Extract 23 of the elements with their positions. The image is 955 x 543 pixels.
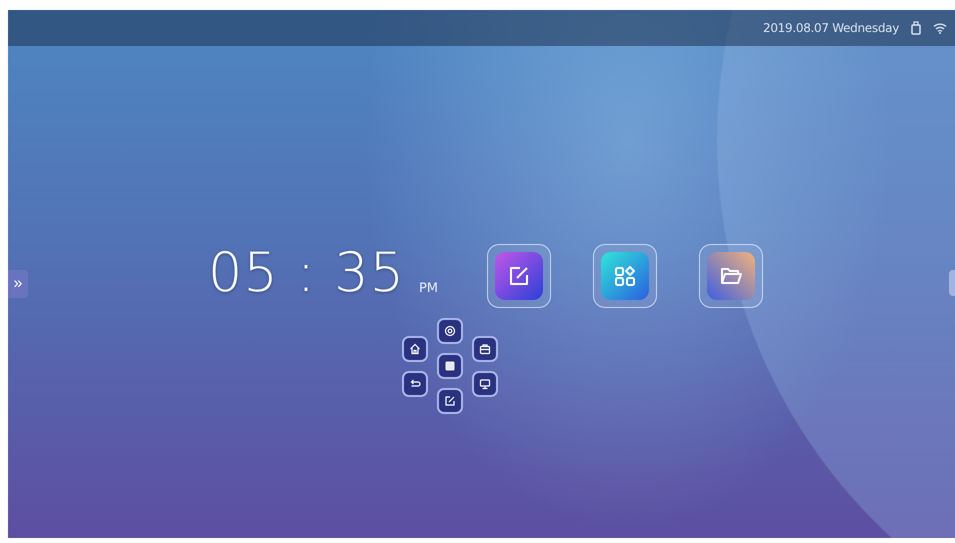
stop-button[interactable] — [437, 353, 463, 379]
notes-app-button[interactable] — [487, 244, 551, 308]
home-button[interactable] — [402, 336, 428, 362]
home-icon — [409, 342, 421, 354]
usb-drive-icon — [911, 21, 921, 35]
briefcase-button[interactable] — [472, 336, 498, 362]
monitor-icon — [479, 378, 491, 390]
side-tab-handle[interactable] — [949, 270, 955, 296]
settings-button[interactable] — [437, 318, 463, 344]
back-button[interactable] — [402, 370, 428, 396]
edit-button[interactable] — [437, 388, 463, 414]
date-text: 2019.08.07 Wednesday — [763, 21, 899, 35]
briefcase-icon — [479, 342, 491, 354]
monitor-button[interactable] — [472, 370, 498, 396]
app-grid-icon — [613, 264, 637, 288]
square-icon — [444, 360, 456, 372]
apps-button[interactable] — [593, 244, 657, 308]
back-arrow-icon — [409, 378, 421, 390]
clock-time: 05 : 35 — [208, 246, 405, 300]
file-manager-button[interactable] — [699, 244, 763, 308]
wifi-icon — [933, 22, 947, 34]
clock-period: PM — [418, 281, 438, 296]
sidebar-expand-tab[interactable]: » — [8, 270, 28, 298]
